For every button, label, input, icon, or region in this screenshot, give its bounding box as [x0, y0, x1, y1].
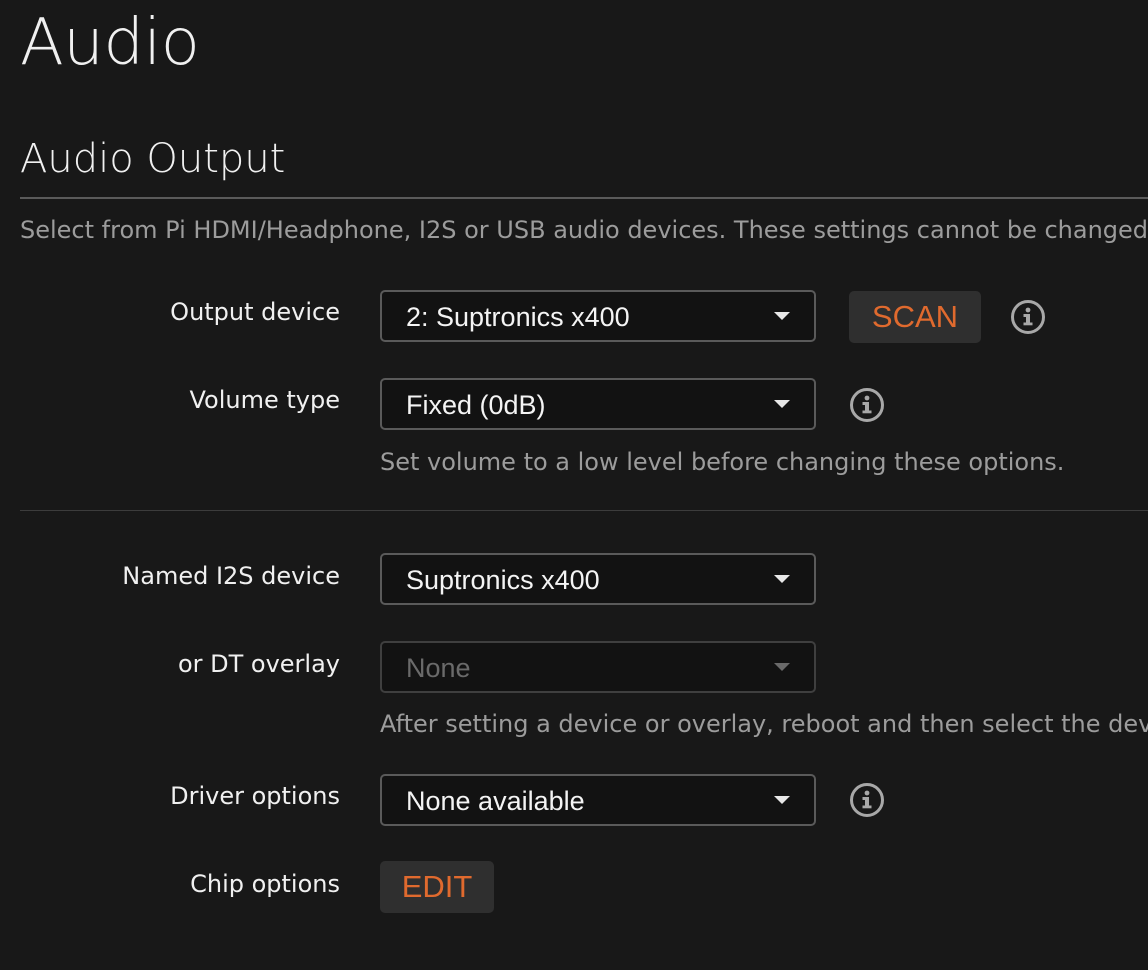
driver-options-select[interactable]: None available: [380, 774, 816, 826]
section-title: Audio Output: [20, 136, 286, 182]
dt-overlay-value: None: [406, 653, 471, 683]
named-i2s-label: Named I2S device: [122, 562, 340, 590]
named-i2s-value: Suptronics x400: [406, 565, 600, 595]
output-device-select[interactable]: 2: Suptronics x400: [380, 290, 816, 342]
chevron-down-icon: [774, 312, 790, 320]
chevron-down-icon: [774, 575, 790, 583]
output-device-label: Output device: [170, 298, 340, 326]
section-divider: [20, 197, 1148, 199]
dt-overlay-hint: After setting a device or overlay, reboo…: [380, 710, 1148, 738]
chevron-down-icon: [774, 663, 790, 671]
volume-type-hint: Set volume to a low level before changin…: [380, 448, 1065, 476]
info-icon[interactable]: [1010, 299, 1046, 335]
dt-overlay-select: None: [380, 641, 816, 693]
named-i2s-select[interactable]: Suptronics x400: [380, 553, 816, 605]
scan-button[interactable]: SCAN: [849, 291, 981, 343]
volume-type-label: Volume type: [189, 386, 340, 414]
edit-button[interactable]: EDIT: [380, 861, 494, 913]
volume-type-value: Fixed (0dB): [406, 390, 546, 420]
driver-options-label: Driver options: [170, 782, 340, 810]
chevron-down-icon: [774, 400, 790, 408]
chip-options-label: Chip options: [190, 870, 340, 898]
info-icon[interactable]: [849, 782, 885, 818]
page-title: Audio: [20, 6, 200, 80]
section-description: Select from Pi HDMI/Headphone, I2S or US…: [20, 216, 1148, 244]
dt-overlay-label: or DT overlay: [177, 650, 340, 678]
divider: [20, 510, 1148, 511]
output-device-value: 2: Suptronics x400: [406, 302, 630, 332]
chevron-down-icon: [774, 796, 790, 804]
info-icon[interactable]: [849, 387, 885, 423]
volume-type-select[interactable]: Fixed (0dB): [380, 378, 816, 430]
driver-options-value: None available: [406, 786, 585, 816]
